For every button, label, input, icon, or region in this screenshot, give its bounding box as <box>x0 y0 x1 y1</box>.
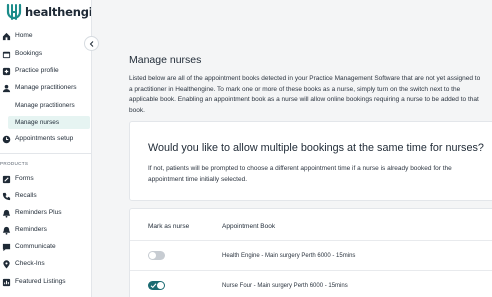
map-pin-icon <box>3 260 10 269</box>
sidebar-item-home[interactable]: Home <box>0 29 91 43</box>
nurse-table-card: Mark as nurse Appointment Book Health En… <box>129 208 492 297</box>
sidebar: healthengine Home Bookings Practice prof… <box>0 0 92 297</box>
sidebar-item-communicate[interactable]: Communicate <box>0 240 91 254</box>
clock-icon <box>2 135 11 144</box>
table-row-book-name: Health Engine - Main surgery Perth 6000 … <box>222 253 356 259</box>
sidebar-item-label: Manage practitioners <box>15 84 77 91</box>
sidebar-item-recalls[interactable]: Recalls <box>0 189 91 203</box>
edit-icon <box>2 175 11 184</box>
sidebar-item-label: Featured Listings <box>15 278 66 285</box>
chat-icon <box>2 243 11 252</box>
sidebar-item-featured-listings[interactable]: Featured Listings <box>0 275 91 289</box>
sidebar-item-label: Recalls <box>15 192 37 199</box>
sidebar-item-label: Home <box>15 32 33 39</box>
sidebar-item-practice-profile[interactable]: Practice profile <box>0 64 91 78</box>
chart-icon <box>2 278 11 287</box>
brand-logo[interactable]: healthengine <box>5 3 91 21</box>
sidebar-item-label: Reminders Plus <box>15 209 62 216</box>
healthengine-logo-icon <box>6 3 22 20</box>
row-divider <box>130 240 492 241</box>
brand-name: healthengine <box>25 5 91 19</box>
sidebar-item-label: Appointments setup <box>15 135 74 142</box>
toggle-knob <box>157 282 164 289</box>
sidebar-item-reminders[interactable]: Reminders <box>0 223 91 237</box>
multi-booking-description: If not, patients will be prompted to cho… <box>148 165 452 183</box>
nurse-toggle-off[interactable] <box>148 251 165 260</box>
multi-booking-question: Would you like to allow multiple booking… <box>148 142 484 154</box>
collapse-sidebar-button[interactable] <box>84 36 99 51</box>
sidebar-item-label: Reminders <box>15 226 47 233</box>
calendar-icon <box>2 51 11 59</box>
sidebar-subitem-manage-nurses[interactable]: Manage nurses <box>8 116 90 129</box>
phone-icon <box>2 192 11 201</box>
nurse-toggle-on[interactable] <box>148 281 165 290</box>
sidebar-divider <box>0 153 91 154</box>
bell-icon <box>2 209 11 218</box>
bell-icon <box>2 226 11 235</box>
plus-square-icon <box>2 67 11 76</box>
intro-text: Listed below are all of the appointment … <box>129 75 481 114</box>
sidebar-item-bookings[interactable]: Bookings <box>0 47 91 61</box>
column-header-mark-as-nurse: Mark as nurse <box>148 223 190 230</box>
sidebar-item-label: Practice profile <box>15 67 59 74</box>
products-section-label: PRODUCTS <box>0 161 29 166</box>
toggle-knob <box>149 252 156 259</box>
row-divider <box>130 270 492 271</box>
check-icon <box>150 283 157 289</box>
sidebar-item-manage-practitioners[interactable]: Manage practitioners <box>0 81 91 95</box>
sidebar-item-label: Forms <box>15 175 34 182</box>
sidebar-subitem-manage-practitioners[interactable]: Manage practitioners <box>8 99 90 112</box>
sidebar-item-appointments-setup[interactable]: Appointments setup <box>0 132 91 146</box>
main-content: Manage nurses Listed below are all of th… <box>93 0 492 297</box>
sidebar-item-label: Check-Ins <box>15 260 45 267</box>
home-icon <box>2 32 11 41</box>
table-row-book-name: Nurse Four - Main surgery Perth 6000 - 1… <box>222 283 348 289</box>
column-header-appointment-book: Appointment Book <box>222 223 276 230</box>
person-icon <box>2 84 11 93</box>
sidebar-item-reminders-plus[interactable]: Reminders Plus <box>0 206 91 220</box>
chevron-left-icon <box>89 40 93 47</box>
multi-booking-card: Would you like to allow multiple booking… <box>129 121 492 201</box>
sidebar-item-label: Bookings <box>15 50 43 57</box>
sidebar-item-label: Communicate <box>15 243 56 250</box>
sidebar-item-check-ins[interactable]: Check-Ins <box>0 257 91 271</box>
sidebar-item-forms[interactable]: Forms <box>0 172 91 186</box>
page-title: Manage nurses <box>129 54 202 66</box>
